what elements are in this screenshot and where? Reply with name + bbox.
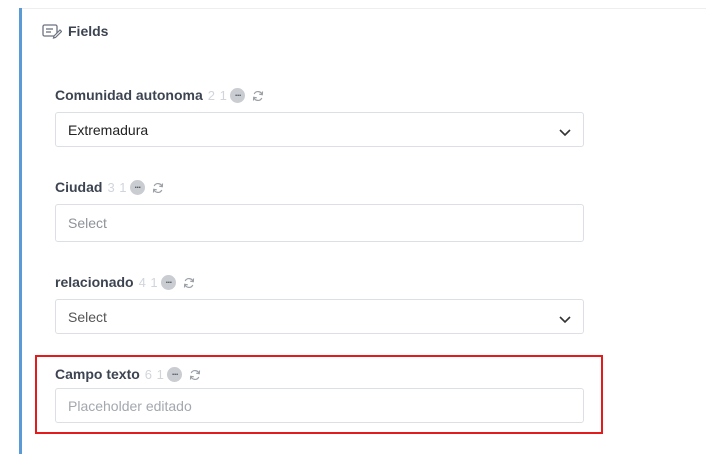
panel-title: Fields [68, 23, 109, 39]
field-label-row: Comunidad autonoma 2 1 ... [55, 86, 584, 104]
field-label-row: relacionado 4 1 ... [55, 273, 584, 291]
more-options-icon[interactable]: ... [230, 87, 246, 103]
select-value: Extremadura [68, 121, 149, 138]
ciudad-select[interactable]: Select [55, 204, 584, 242]
field-comunidad-autonoma: Comunidad autonoma 2 1 ... Extremadura [55, 86, 584, 147]
field-ciudad: Ciudad 3 1 ... Select [55, 178, 584, 242]
relacionado-select[interactable]: Select [55, 299, 584, 334]
refresh-icon[interactable] [183, 276, 195, 289]
chevron-down-icon [559, 124, 571, 136]
select-placeholder: Select [68, 308, 107, 325]
more-options-icon[interactable]: ... [161, 274, 177, 290]
field-label: Comunidad autonoma [55, 87, 203, 103]
more-options-icon[interactable]: ... [130, 179, 146, 195]
refresh-icon[interactable] [152, 181, 164, 194]
chevron-down-icon [559, 311, 571, 323]
panel-accent-border [19, 8, 22, 454]
field-meta: 3 1 [107, 179, 128, 195]
comunidad-autonoma-select[interactable]: Extremadura [55, 112, 584, 147]
field-meta: 4 1 [138, 274, 159, 290]
field-relacionado: relacionado 4 1 ... Select [55, 273, 584, 334]
refresh-icon[interactable] [252, 89, 264, 102]
edit-list-icon [42, 23, 63, 39]
field-meta: 2 1 [207, 87, 228, 103]
field-label-row: Ciudad 3 1 ... [55, 178, 584, 196]
field-label: relacionado [55, 274, 134, 290]
highlight-box [35, 355, 603, 434]
field-label: Ciudad [55, 179, 103, 195]
panel-top-border [22, 8, 706, 9]
select-placeholder: Select [68, 215, 107, 231]
panel-header: Fields [42, 22, 108, 40]
